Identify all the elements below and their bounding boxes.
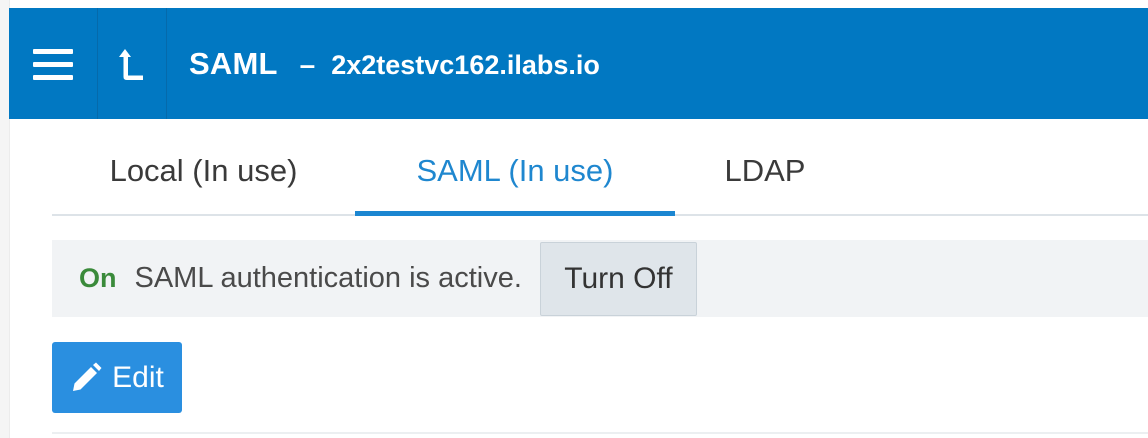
tab-ldap[interactable]: LDAP (675, 128, 855, 214)
edit-label: Edit (112, 360, 164, 394)
status-message: SAML authentication is active. (134, 262, 522, 294)
navigate-up-button[interactable] (98, 8, 167, 119)
turn-off-button[interactable]: Turn Off (539, 241, 697, 316)
menu-button[interactable] (9, 8, 98, 119)
status-bar: On SAML authentication is active. Turn O… (52, 240, 1148, 317)
title-separator: – (299, 48, 316, 80)
title-main: SAML (189, 45, 278, 81)
top-spacer (0, 0, 1148, 8)
auth-tabs: Local (In use) SAML (In use) LDAP (52, 128, 1148, 216)
title-host: 2x2testvc162.ilabs.io (331, 49, 600, 80)
pencil-icon (73, 362, 102, 391)
page: SAML – 2x2testvc162.ilabs.io Local (In u… (0, 0, 1148, 438)
tab-saml[interactable]: SAML (In use) (355, 128, 675, 216)
page-title: SAML – 2x2testvc162.ilabs.io (167, 46, 600, 82)
divider (52, 432, 1148, 434)
tab-local[interactable]: Local (In use) (52, 128, 355, 214)
hamburger-menu-icon (33, 48, 73, 80)
header-bar: SAML – 2x2testvc162.ilabs.io (9, 8, 1148, 119)
arrow-up-return-icon (119, 48, 143, 80)
status-state: On (79, 263, 117, 293)
edit-button[interactable]: Edit (52, 342, 182, 413)
